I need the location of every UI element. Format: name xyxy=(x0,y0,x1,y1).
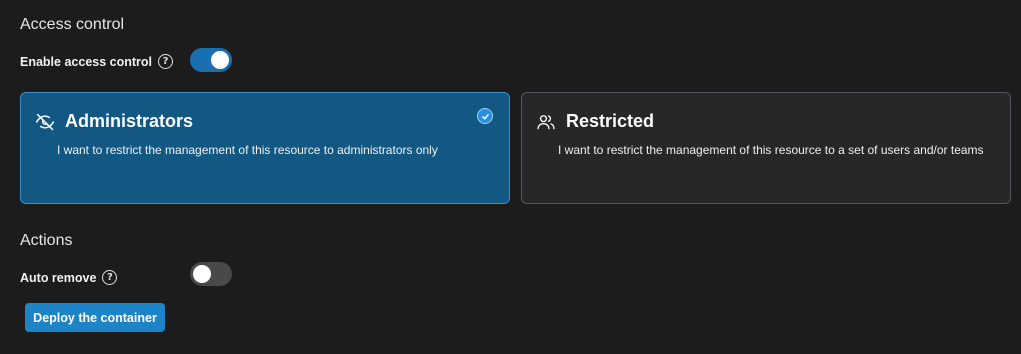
administrators-option-card[interactable]: Administrators I want to restrict the ma… xyxy=(20,92,510,204)
restricted-option-card[interactable]: Restricted I want to restrict the manage… xyxy=(521,92,1011,204)
help-icon[interactable]: ? xyxy=(102,270,118,285)
enable-access-control-toggle[interactable] xyxy=(190,48,232,72)
selected-check-icon xyxy=(477,108,493,124)
administrators-description: I want to restrict the management of thi… xyxy=(57,143,438,157)
deploy-container-button[interactable]: Deploy the container xyxy=(25,303,165,332)
access-control-title: Access control xyxy=(20,16,125,33)
auto-remove-row: Auto remove ? xyxy=(20,270,118,285)
card-header: Restricted xyxy=(536,111,996,132)
help-icon[interactable]: ? xyxy=(158,54,174,69)
toggle-knob xyxy=(193,265,211,283)
enable-access-control-label: Enable access control xyxy=(20,54,153,69)
eye-slash-icon xyxy=(35,112,55,132)
restricted-description: I want to restrict the management of thi… xyxy=(558,143,984,157)
auto-remove-label: Auto remove xyxy=(20,270,97,285)
users-icon xyxy=(536,112,556,132)
restricted-title: Restricted xyxy=(566,111,655,131)
card-header: Administrators xyxy=(35,111,495,132)
auto-remove-toggle[interactable] xyxy=(190,262,232,286)
administrators-title: Administrators xyxy=(65,111,194,131)
toggle-knob xyxy=(211,51,229,69)
actions-title: Actions xyxy=(20,232,73,249)
enable-access-control-row: Enable access control ? xyxy=(20,54,174,69)
